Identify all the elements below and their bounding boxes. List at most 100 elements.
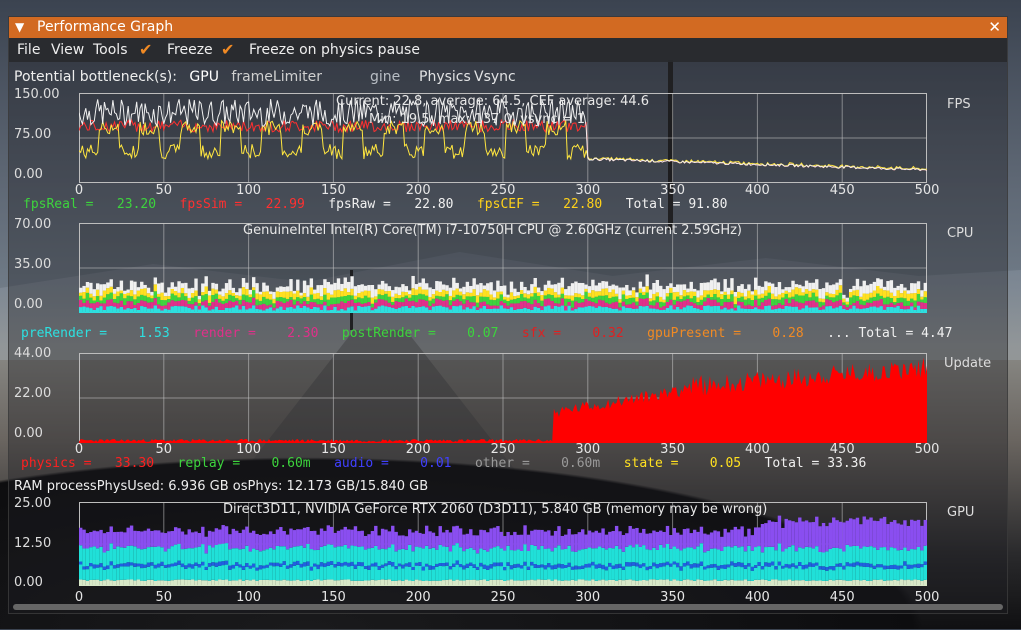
cpu-bar — [659, 296, 663, 302]
gpu-bar — [696, 563, 700, 568]
gpu-bar — [906, 525, 911, 551]
cpu-bar — [604, 306, 609, 313]
gpu-bar — [750, 570, 755, 581]
menu-view[interactable]: View — [51, 38, 84, 62]
cpu-plot-title: CPU — [947, 226, 974, 241]
gpu-bar — [659, 579, 663, 586]
close-icon[interactable]: ✕ — [988, 17, 1001, 38]
cpu-bar — [153, 298, 158, 306]
gpu-bar — [584, 567, 588, 581]
cpu-bar — [285, 286, 290, 292]
gpu-bar — [557, 545, 561, 564]
gpu-bar — [228, 549, 232, 566]
cpu-bar — [333, 282, 337, 291]
cpu-bar — [204, 307, 208, 313]
title-bar[interactable]: ▼ Performance Graph ✕ — [9, 17, 1007, 38]
cpu-ytick-mid: 35.00 — [14, 257, 52, 272]
cpu-bar — [509, 281, 514, 293]
cpu-bar — [143, 284, 147, 289]
menu-tools[interactable]: Tools — [93, 38, 128, 62]
cpu-bar — [509, 299, 514, 304]
cpu-bar — [394, 298, 398, 302]
cpu-bar — [167, 309, 171, 313]
cpu-bar — [79, 295, 83, 300]
cpu-bar — [794, 284, 799, 288]
gpu-bar — [479, 548, 483, 563]
cpu-bar — [547, 294, 551, 299]
cpu-bar — [350, 276, 354, 289]
gpu-bar — [665, 543, 670, 562]
gpu-bar — [815, 516, 819, 547]
gpu-bar — [367, 580, 371, 586]
cpu-bar — [414, 284, 419, 290]
cpu-bar — [397, 301, 402, 308]
gpu-bar — [774, 521, 778, 551]
cpu-bar — [570, 300, 575, 308]
cpu-bar — [760, 297, 765, 303]
menu-freeze[interactable]: Freeze — [167, 38, 213, 62]
gpu-bar — [896, 550, 900, 566]
cpu-bar — [913, 309, 917, 313]
gpu-bar — [299, 563, 303, 568]
gpu-bar — [516, 549, 520, 564]
gpu-bar — [903, 520, 907, 548]
gpu-bar — [920, 550, 924, 565]
gpu-bar — [258, 534, 263, 552]
gpu-bar — [601, 528, 605, 548]
cpu-bar — [713, 299, 717, 306]
gpu-bar — [747, 580, 751, 586]
freeze-physics-check-icon[interactable]: ✔ — [221, 38, 234, 62]
cpu-bar — [272, 310, 276, 313]
gpu-bar — [235, 548, 239, 563]
cpu-bar — [333, 303, 337, 307]
collapse-icon[interactable]: ▼ — [15, 17, 24, 38]
gpu-bar — [82, 548, 86, 567]
cpu-bar — [519, 308, 524, 313]
cpu-bar — [394, 308, 398, 313]
gpu-bar — [625, 579, 629, 586]
cpu-bar — [224, 293, 229, 299]
cpu-bar — [363, 303, 368, 307]
gpu-bar — [665, 565, 670, 580]
gpu-bar — [621, 551, 626, 567]
cpu-bar — [479, 292, 483, 297]
cpu-bar — [431, 306, 436, 313]
cpu-bar — [397, 307, 402, 313]
cpu-bar — [811, 307, 816, 313]
cpu-bar — [496, 291, 500, 299]
cpu-bar — [313, 299, 317, 303]
cpu-bar — [123, 290, 127, 294]
menu-freeze-physics[interactable]: Freeze on physics pause — [249, 38, 420, 62]
cpu-bar — [794, 301, 799, 307]
gpu-bar — [401, 548, 405, 565]
freeze-check-icon[interactable]: ✔ — [139, 38, 152, 62]
cpu-bar — [255, 305, 259, 309]
gpu-bar — [652, 547, 656, 563]
cpu-bar — [516, 291, 520, 296]
cpu-bar — [879, 299, 883, 307]
gpu-bar — [570, 569, 575, 580]
gpu-bar — [699, 526, 704, 544]
x-tick-label: 200 — [405, 590, 431, 605]
gpu-bar — [116, 531, 120, 547]
horizontal-scrollbar[interactable] — [13, 604, 1003, 610]
cpu-bar — [764, 299, 768, 306]
cpu-bar — [862, 308, 866, 313]
cpu-bar — [733, 310, 738, 313]
cpu-bar — [129, 290, 134, 297]
cpu-bar — [737, 305, 741, 313]
gpu-bar — [832, 566, 836, 571]
gpu-bar — [587, 547, 592, 564]
update-ytick-mid: 22.00 — [14, 386, 52, 401]
gpu-bar — [879, 579, 883, 586]
gpu-bar — [859, 566, 863, 581]
gpu-bar — [265, 564, 269, 568]
gpu-bar — [682, 548, 687, 563]
cpu-bar — [659, 301, 663, 308]
cpu-bar — [547, 298, 551, 306]
cpu-bar — [346, 307, 351, 313]
menu-file[interactable]: File — [17, 38, 40, 62]
cpu-bar — [896, 290, 900, 298]
gpu-bar — [594, 530, 598, 549]
cpu-bar — [414, 302, 419, 308]
